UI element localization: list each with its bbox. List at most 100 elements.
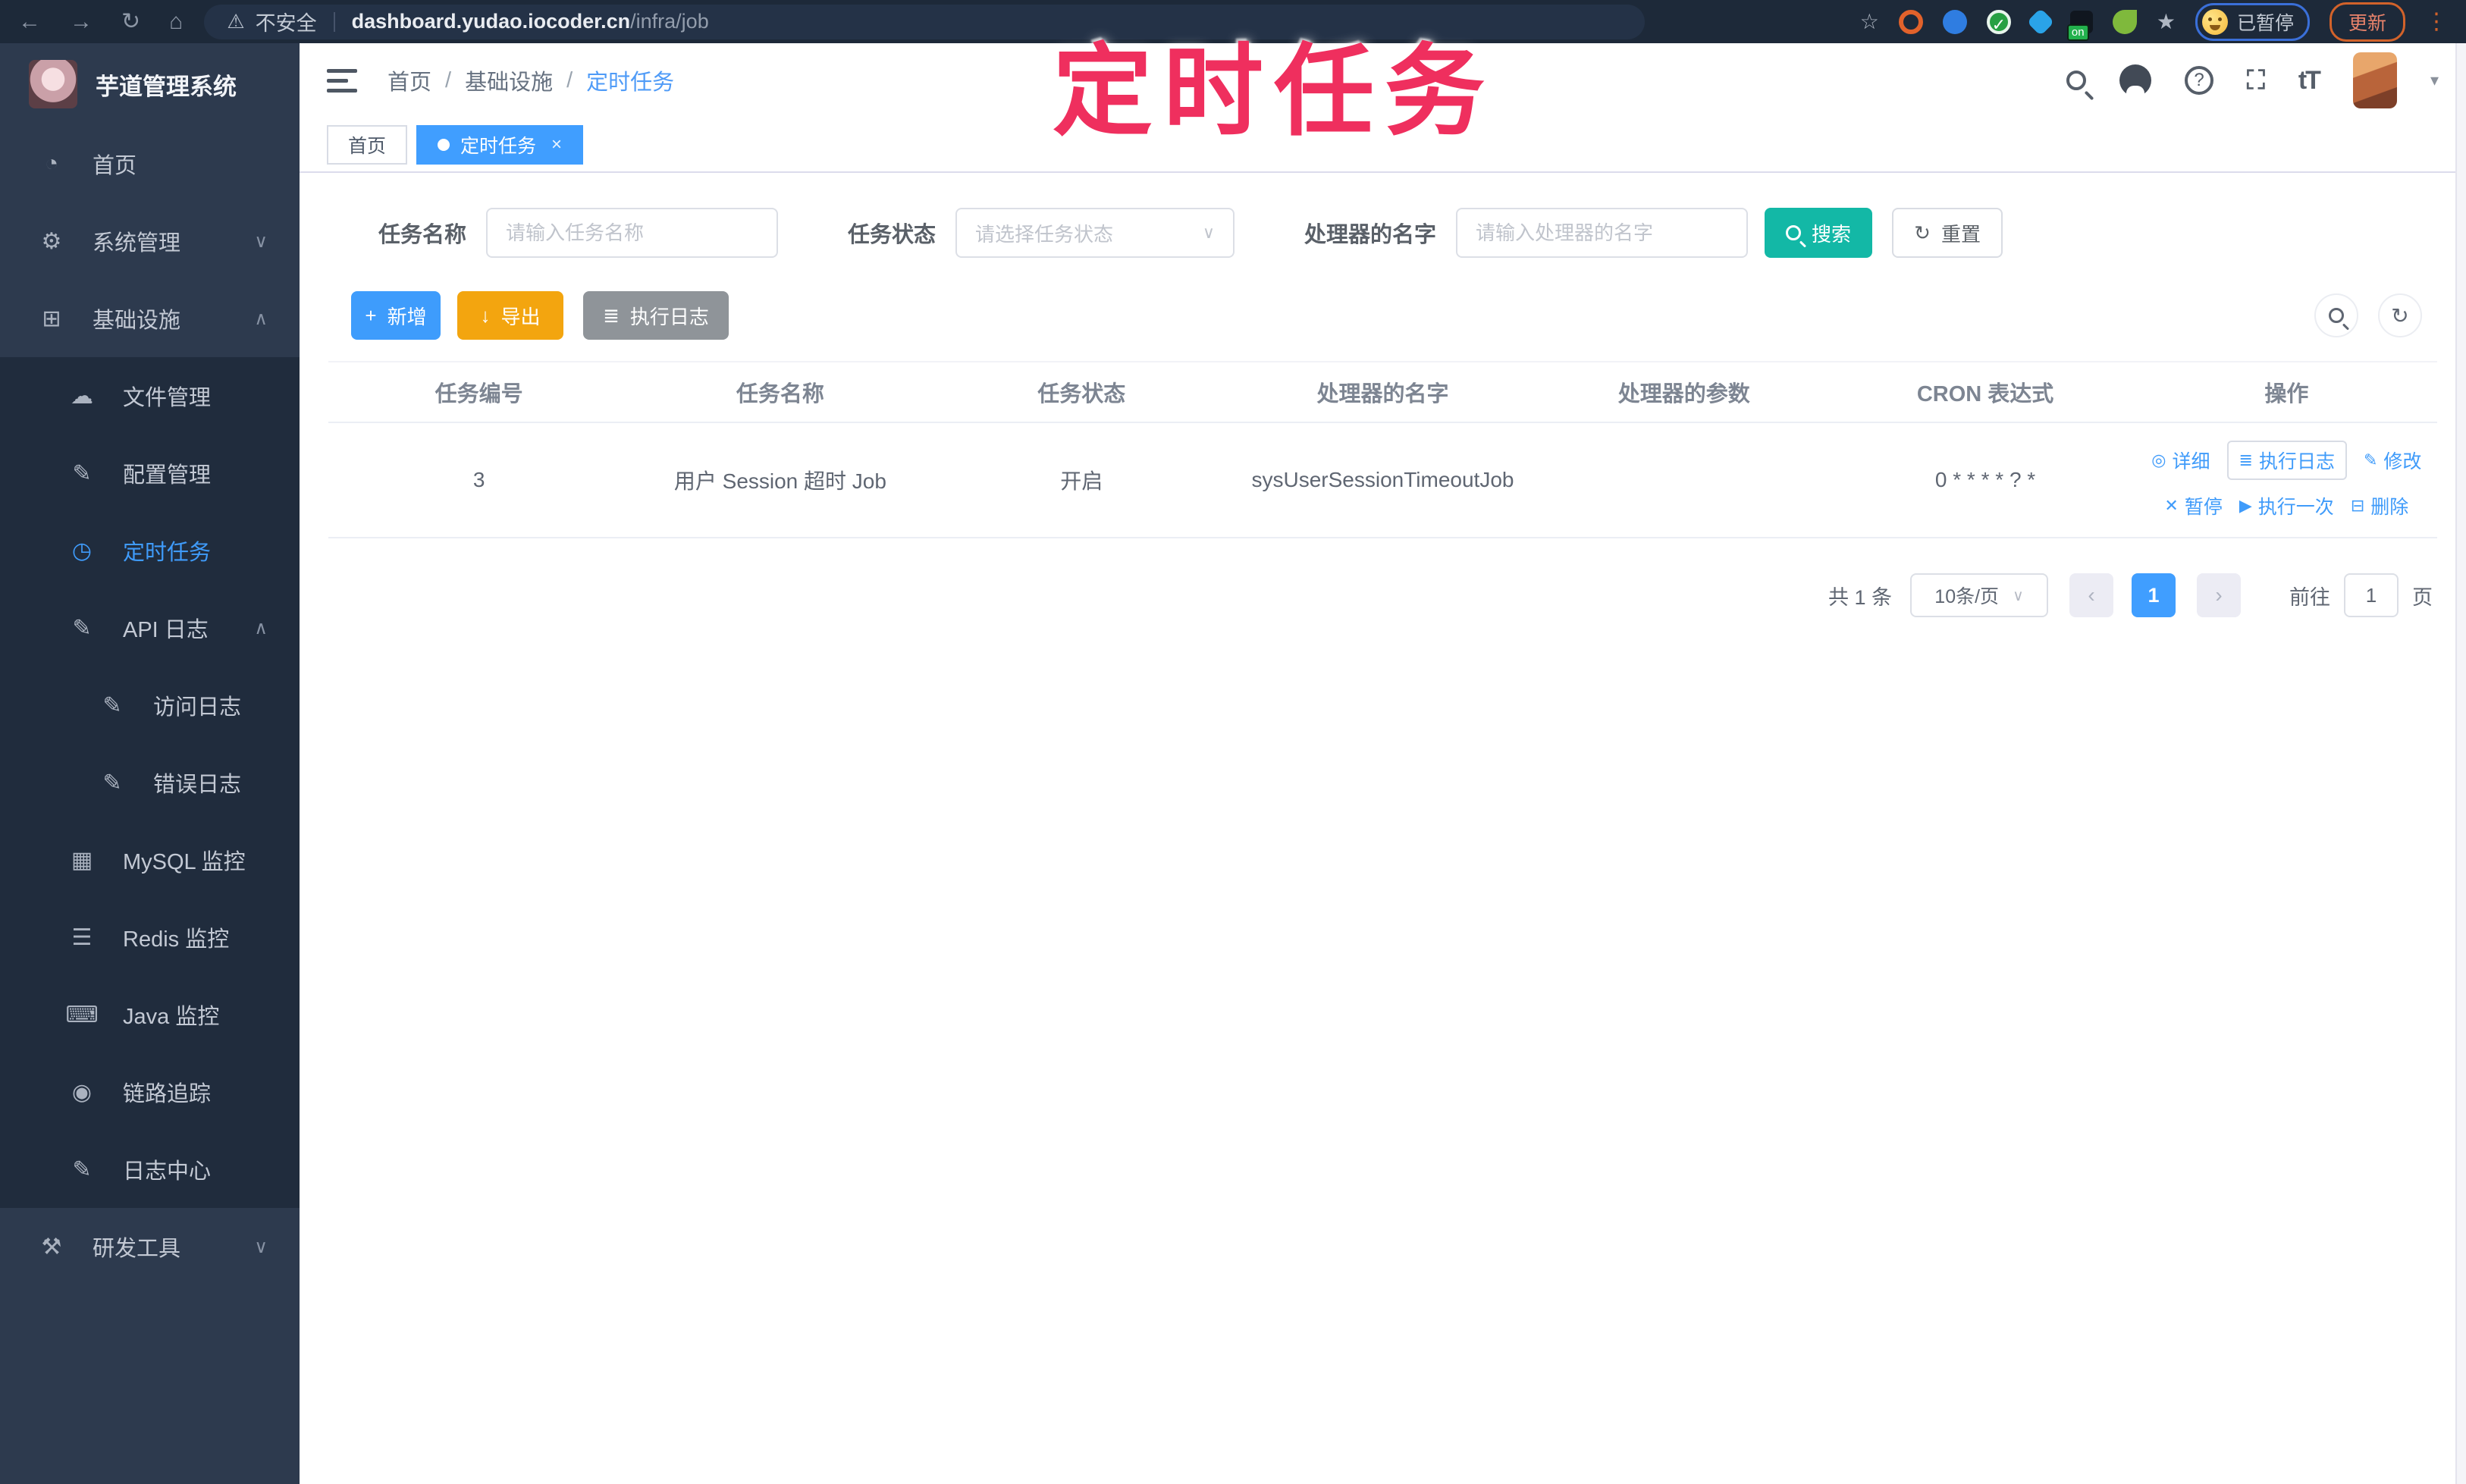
error-log-icon: ✎ [102,770,122,795]
log-icon: ≣ [603,303,620,327]
delete-link[interactable]: ⊟ 删除 [2351,492,2408,519]
sidebar-item-file-management[interactable]: ☁ 文件管理 [0,357,300,435]
browser-back-icon[interactable]: ← [18,9,41,35]
edit-link[interactable]: ✎ 修改 [2364,447,2421,474]
add-button[interactable]: + 新增 [351,291,441,340]
github-icon[interactable] [2119,64,2152,96]
chevron-down-icon: ∨ [1202,223,1216,242]
prev-page-button[interactable]: ‹ [2069,573,2113,617]
page-size-select[interactable]: 10条/页 ∨ [1910,573,2048,617]
browser-update-button[interactable]: 更新 [2329,2,2405,42]
page-1-button[interactable]: 1 [2132,573,2176,617]
browser-home-icon[interactable]: ⌂ [169,9,183,35]
job-log-button[interactable]: ≣ 执行日志 [583,291,729,340]
sidebar-item-mysql-monitor[interactable]: ▦ MySQL 监控 [0,821,300,899]
run-once-link[interactable]: ▶ 执行一次 [2239,492,2334,519]
sidebar-item-access-log[interactable]: ✎ 访问日志 [0,667,300,744]
extension-orange-ring-icon[interactable] [1898,9,1923,34]
export-button[interactable]: ↓ 导出 [457,291,563,340]
breadcrumb-current: 定时任务 [586,71,675,95]
breadcrumb-infrastructure[interactable]: 基础设施 [465,64,553,96]
reset-button[interactable]: ↻ 重置 [1892,208,2003,258]
active-tab-dot [438,138,450,151]
select-placeholder: 请选择任务状态 [975,222,1114,246]
browser-menu-icon[interactable]: ⋮ [2425,8,2448,35]
sidebar-item-label: 配置管理 [123,463,212,488]
download-icon: ↓ [480,303,491,327]
search-icon [1786,225,1802,240]
cell-handler-param [1533,422,1835,538]
next-page-button[interactable]: › [2197,573,2241,617]
browser-forward-icon[interactable]: → [70,9,93,35]
sidebar-item-infrastructure[interactable]: ⊞ 基础设施 ∧ [0,280,300,357]
sidebar-item-label: 访问日志 [153,695,242,720]
fullscreen-icon[interactable]: ⛶ [2247,66,2265,96]
app-logo-row[interactable]: 芋道管理系统 [0,43,300,125]
trash-icon: ⊟ [2350,496,2365,515]
browser-reload-icon[interactable]: ↻ [121,8,140,35]
table-toolbar: + 新增 ↓ 导出 ≣ 执行日志 ↻ [351,291,2437,340]
breadcrumb-home[interactable]: 首页 [387,64,431,96]
reset-icon: ↻ [1914,221,1931,244]
sidebar-collapse-icon[interactable] [327,68,357,93]
sidebar-item-home[interactable]: ◔ 首页 [0,125,300,202]
help-icon[interactable]: ? [2185,66,2214,95]
extension-leaf-icon[interactable] [2112,9,2137,34]
extension-green-check-icon[interactable]: ✓ [1986,9,2011,34]
extension-blue-icon[interactable] [1942,9,1967,34]
close-icon[interactable]: × [551,134,562,155]
tab-scheduled-jobs[interactable]: 定时任务 × [416,124,584,165]
search-icon[interactable] [2066,71,2087,90]
tab-home[interactable]: 首页 [327,124,408,165]
edit-icon: ✎ [2363,450,2378,469]
font-size-icon[interactable]: tT [2298,66,2321,96]
sidebar-item-api-log[interactable]: ✎ API 日志 ∧ [0,589,300,667]
app-title: 芋道管理系统 [96,73,237,100]
goto-page-input[interactable] [2344,573,2399,617]
job-name-input[interactable] [486,208,779,258]
cell-cron: 0 * * * * ? * [1834,422,2136,538]
user-avatar[interactable] [2352,52,2397,108]
job-status-select[interactable]: 请选择任务状态 ∨ [955,208,1235,258]
detail-link[interactable]: ◎ 详细 [2151,447,2210,474]
breadcrumb: 首页 / 基础设施 / 定时任务 [387,64,674,96]
extension-dark-icon[interactable]: on [2066,10,2093,41]
extension-blue-gem-icon[interactable] [2026,8,2055,36]
extension-star-icon[interactable]: ★ [2157,9,2176,34]
paused-badge: 已暂停 [2236,12,2294,34]
emoji-face-icon [2201,8,2228,35]
sidebar-item-dev-tools[interactable]: ⚒ 研发工具 ∨ [0,1208,300,1285]
sidebar-item-redis-monitor[interactable]: ☰ Redis 监控 [0,899,300,976]
page-size-value: 10条/页 [1934,586,2000,607]
toolbox-icon: ⚒ [41,1234,62,1260]
sidebar-item-error-log[interactable]: ✎ 错误日志 [0,744,300,821]
row-actions: ◎ 详细 ≣ 执行日志 ✎ 修改 ✕ 暂停 ▶ 执行一次 ⊟ 删除 [2136,441,2437,519]
caret-down-icon[interactable]: ▾ [2430,71,2439,90]
infrastructure-icon: ⊞ [42,306,61,331]
url-divider [333,11,335,32]
sidebar-item-log-center[interactable]: ✎ 日志中心 [0,1131,300,1208]
sidebar-item-label: Redis 监控 [123,927,230,952]
table-row: 3 用户 Session 超时 Job 开启 sysUserSessionTim… [328,422,2437,538]
page-scrollbar[interactable] [2455,43,2466,1484]
sidebar-item-label: 日志中心 [123,1159,212,1184]
infrastructure-submenu: ☁ 文件管理 ✎ 配置管理 ◷ 定时任务 ✎ API 日志 ∧ ✎ 访问日志 ✎… [0,357,300,1208]
cell-job-id: 3 [328,422,630,538]
toggle-search-button[interactable] [2314,293,2358,337]
handler-name-input[interactable] [1456,208,1749,258]
sidebar-item-java-monitor[interactable]: ⌨ Java 监控 [0,976,300,1053]
paused-extension-chip[interactable]: 已暂停 [2195,2,2310,41]
job-log-link[interactable]: ≣ 执行日志 [2226,441,2347,480]
search-button[interactable]: 搜索 [1765,208,1873,258]
sidebar-item-scheduled-jobs[interactable]: ◷ 定时任务 [0,512,300,589]
security-label: 不安全 [255,12,317,35]
sidebar-item-system-management[interactable]: ⚙ 系统管理 ∨ [0,202,300,280]
pause-link[interactable]: ✕ 暂停 [2164,492,2222,519]
bookmark-star-icon[interactable]: ☆ [1860,9,1879,34]
sidebar-item-trace[interactable]: ◉ 链路追踪 [0,1053,300,1131]
search-icon [2329,308,2344,323]
sidebar-item-label: 文件管理 [123,386,212,410]
pagination: 共 1 条 10条/页 ∨ ‹ 1 › 前往 页 [328,573,2433,617]
refresh-button[interactable]: ↻ [2378,293,2422,337]
sidebar-item-config-management[interactable]: ✎ 配置管理 [0,435,300,512]
